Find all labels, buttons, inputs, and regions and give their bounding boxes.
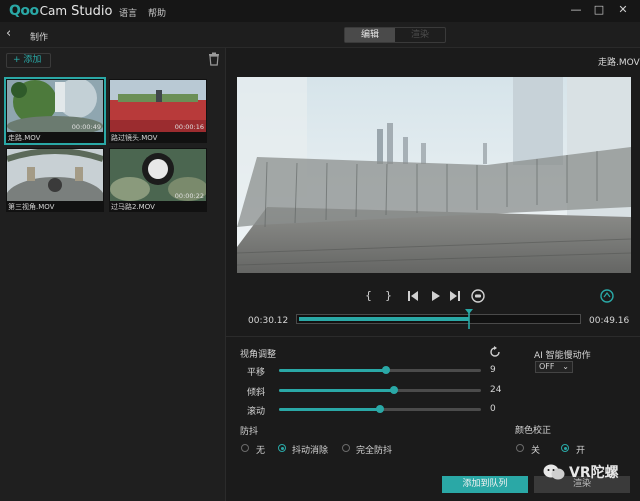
roll-slider[interactable]: [279, 405, 481, 413]
tilt-value: 24: [490, 385, 502, 395]
tilt-slider-thumb[interactable]: [390, 386, 399, 394]
tilt-slider[interactable]: [279, 386, 481, 394]
title-bar: Qoo Cam Studio 语言 帮助 — □ ✕: [0, 0, 640, 22]
view-adjust-title: 视角调整: [240, 350, 277, 360]
play-icon[interactable]: [431, 291, 441, 301]
logo-studio: Studio: [71, 3, 113, 19]
color-correct-title: 颜色校正: [515, 426, 552, 436]
mark-out-button[interactable]: }: [385, 289, 392, 302]
tilt-label: 倾斜: [247, 388, 266, 398]
ai-slowmo-title: AI 智能慢动作: [534, 351, 591, 361]
stabilize-title: 防抖: [240, 427, 259, 437]
preview-filename: 走路.MOV: [598, 58, 640, 68]
color-off-label[interactable]: 关: [531, 443, 540, 456]
mode-switch: 编辑 渲染: [344, 27, 446, 43]
clip-thumbnail-1[interactable]: 00:00:49 走路.MOV: [4, 77, 106, 145]
logo-cam: Cam: [39, 4, 68, 18]
mark-in-button[interactable]: {: [365, 289, 372, 302]
stabilize-shake-label[interactable]: 抖动消除: [292, 443, 328, 456]
clip-1-name: 走路.MOV: [8, 134, 41, 142]
snapshot-icon[interactable]: [471, 289, 485, 303]
total-time: 00:49.16: [589, 316, 630, 326]
view-reset-icon[interactable]: [600, 289, 614, 303]
color-on-label[interactable]: 开: [576, 443, 585, 456]
clip-3-name: 第三视角.MOV: [8, 203, 55, 211]
clip-thumbnail-2[interactable]: 00:00:16 路过镜头.MOV: [109, 79, 207, 143]
pan-slider-fill: [279, 369, 387, 372]
clip-3-image: [7, 149, 103, 201]
tab-render[interactable]: 渲染: [395, 28, 445, 42]
app-logo: Qoo Cam Studio: [9, 3, 112, 19]
timeline-track[interactable]: [296, 309, 581, 329]
toolbar: ‹ 制作 编辑 渲染: [0, 22, 640, 48]
clip-2-name: 路过镜头.MOV: [111, 134, 158, 142]
clip-1-duration: 00:00:49: [71, 123, 101, 131]
roll-label: 滚动: [247, 407, 266, 417]
color-on-radio[interactable]: [561, 444, 569, 452]
trash-icon[interactable]: [208, 52, 220, 66]
menu-language[interactable]: 语言: [119, 6, 137, 19]
stabilize-none-label[interactable]: 无: [256, 443, 265, 456]
tab-edit[interactable]: 编辑: [345, 28, 395, 42]
roll-value: 0: [490, 404, 496, 414]
pan-value: 9: [490, 365, 496, 375]
wechat-icon: [543, 464, 565, 480]
panel-divider: [226, 336, 640, 337]
maximize-icon[interactable]: □: [592, 3, 606, 17]
pan-label: 平移: [247, 368, 266, 378]
minimize-icon[interactable]: —: [569, 3, 583, 17]
reset-rotate-icon[interactable]: [489, 346, 501, 358]
clip-2-duration: 00:00:16: [174, 123, 204, 131]
stabilize-shake-radio[interactable]: [278, 444, 286, 452]
back-arrow-icon[interactable]: ‹: [6, 26, 11, 41]
roll-slider-thumb[interactable]: [376, 405, 384, 413]
current-time: 00:30.12: [248, 316, 289, 326]
prev-frame-icon[interactable]: [408, 291, 418, 301]
ai-slowmo-value: OFF: [539, 362, 555, 371]
clip-4-duration: 00:00:22: [174, 192, 204, 200]
chevron-down-icon: ⌄: [562, 362, 569, 371]
color-off-radio[interactable]: [516, 444, 524, 452]
media-library-panel: + 添加 00:00:49 走路.MOV 00:00:16 路过镜头.MOV 第…: [0, 48, 226, 501]
next-frame-icon[interactable]: [450, 291, 460, 301]
watermark-text: VR陀螺: [569, 465, 619, 481]
timeline-fill: [299, 317, 470, 321]
clip-thumbnail-3[interactable]: 第三视角.MOV: [6, 148, 104, 212]
menu-help[interactable]: 帮助: [148, 6, 166, 19]
stabilize-full-label[interactable]: 完全防抖: [356, 443, 392, 456]
video-preview[interactable]: [237, 77, 631, 273]
close-icon[interactable]: ✕: [616, 3, 630, 17]
roll-slider-fill: [279, 408, 380, 411]
stabilize-full-radio[interactable]: [342, 444, 350, 452]
pan-slider[interactable]: [279, 366, 481, 374]
pan-slider-thumb[interactable]: [382, 366, 391, 374]
stabilize-none-radio[interactable]: [241, 444, 249, 452]
ai-slowmo-select[interactable]: OFF ⌄: [535, 361, 573, 373]
tilt-slider-fill: [279, 389, 395, 392]
add-media-button[interactable]: + 添加: [6, 53, 51, 68]
logo-qoo: Qoo: [9, 3, 39, 19]
section-title: 制作: [30, 33, 49, 43]
add-to-queue-button[interactable]: 添加到队列: [442, 476, 528, 493]
clip-thumbnail-4[interactable]: 00:00:22 过马路2.MOV: [109, 148, 207, 212]
clip-4-name: 过马路2.MOV: [111, 203, 155, 211]
watermark: VR陀螺: [543, 462, 619, 482]
